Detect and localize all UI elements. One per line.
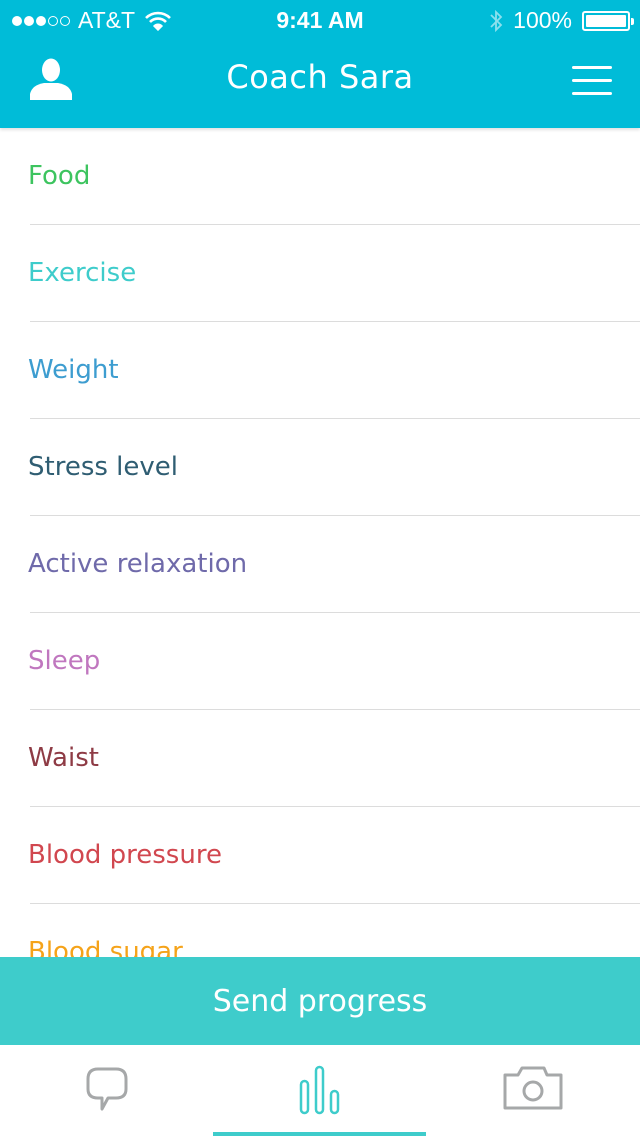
list-item-blood-pressure[interactable]: Blood pressure [0,807,640,904]
list-item-label: Waist [28,742,99,773]
list-item-active-relaxation[interactable]: Active relaxation [0,516,640,613]
tab-progress[interactable] [213,1045,426,1136]
page-title: Coach Sara [226,58,414,96]
list-item-exercise[interactable]: Exercise [0,225,640,322]
tab-camera[interactable] [426,1045,640,1136]
list-item-food[interactable]: Food [0,128,640,225]
list-item-weight[interactable]: Weight [0,322,640,419]
list-item-label: Food [28,160,91,191]
list-item-label: Exercise [28,257,137,288]
list-item-label: Sleep [28,645,101,676]
list-item-sleep[interactable]: Sleep [0,613,640,710]
top-bar: AT&T 9:41 AM 100% Coach Sara [0,0,640,128]
speech-bubble-icon [86,1067,127,1111]
list-item-label: Weight [28,354,119,385]
menu-button[interactable] [572,66,612,96]
send-progress-button[interactable]: Send progress [0,957,640,1045]
battery-icon [582,10,634,31]
tab-bar [0,1045,640,1136]
list-item-label: Blood pressure [28,839,222,870]
status-bar: AT&T 9:41 AM 100% [0,0,640,40]
list-item-label: Stress level [28,451,178,482]
list-item-label: Active relaxation [28,548,248,579]
status-right: 100% [489,7,634,34]
list-item-stress-level[interactable]: Stress level [0,419,640,516]
tab-chat[interactable] [0,1045,213,1136]
bar-chart-icon [299,1065,339,1115]
bluetooth-icon [490,9,503,32]
category-list: Food Exercise Weight Stress level Active… [0,128,640,958]
active-tab-indicator [213,1132,426,1136]
list-item-label: Blood sugar [28,936,183,959]
camera-icon [503,1066,563,1110]
list-item-blood-sugar[interactable]: Blood sugar [0,904,640,959]
navbar: Coach Sara [0,40,640,128]
battery-percent: 100% [513,7,572,33]
list-item-waist[interactable]: Waist [0,710,640,807]
hamburger-menu-icon [572,66,612,95]
